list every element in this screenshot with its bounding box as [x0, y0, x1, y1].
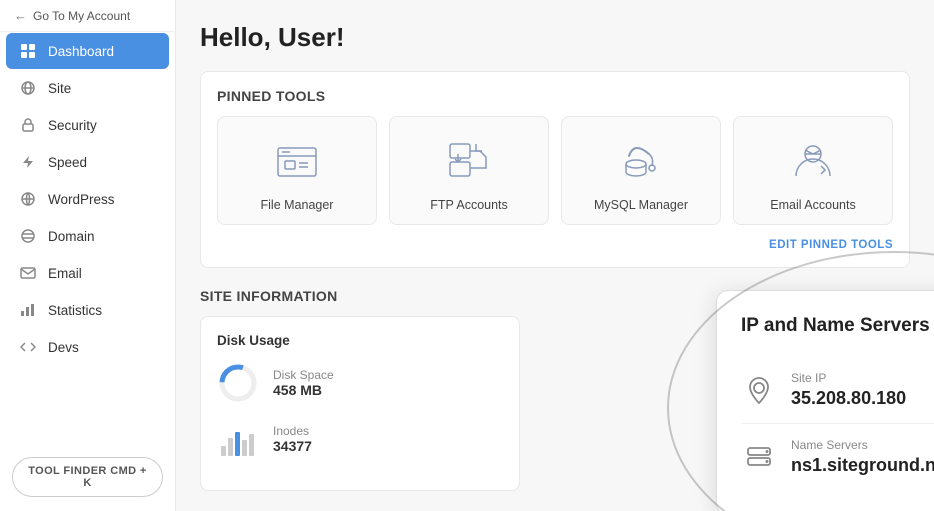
inodes-value: 34377 — [273, 438, 312, 454]
go-to-my-account[interactable]: ← Go To My Account — [0, 0, 175, 32]
tool-card-file-manager[interactable]: File Manager — [217, 116, 377, 225]
grid-icon — [20, 43, 38, 59]
tool-label-file-manager: File Manager — [261, 198, 334, 212]
sidebar-item-security[interactable]: Security — [6, 107, 169, 143]
inodes-label: Inodes — [273, 424, 312, 438]
sidebar-item-label: Site — [48, 81, 71, 96]
sidebar-item-label: WordPress — [48, 192, 115, 207]
sidebar: ← Go To My Account Dashboard Site Securi… — [0, 0, 176, 511]
sidebar-item-label: Email — [48, 266, 82, 281]
inodes-item: Inodes 34377 — [217, 418, 503, 460]
site-ip-row: Site IP 35.208.80.180 — [741, 357, 934, 424]
disk-space-label: Disk Space — [273, 368, 334, 382]
tool-label-email-accounts: Email Accounts — [770, 198, 855, 212]
mysql-manager-icon — [611, 133, 671, 188]
sidebar-item-dashboard[interactable]: Dashboard — [6, 33, 169, 69]
disk-space-value: 458 MB — [273, 382, 334, 398]
edit-pinned-tools-link[interactable]: EDIT PINNED TOOLS — [217, 239, 893, 251]
main-content: Hello, User! Pinned Tools File Manager F… — [176, 0, 934, 511]
tool-label-mysql-manager: MySQL Manager — [594, 198, 688, 212]
sidebar-item-email[interactable]: Email — [6, 255, 169, 291]
ip-name-servers-card: IP and Name Servers Site IP 35.208.80.18… — [716, 290, 934, 511]
email-accounts-icon — [783, 133, 843, 188]
name-servers-row: Name Servers ns1.siteground.net — [741, 424, 934, 490]
go-to-my-account-label: Go To My Account — [33, 9, 130, 23]
sidebar-item-site[interactable]: Site — [6, 70, 169, 106]
sidebar-item-speed[interactable]: Speed — [6, 144, 169, 180]
site-ip-icon — [741, 372, 777, 408]
tool-card-email-accounts[interactable]: Email Accounts — [733, 116, 893, 225]
sidebar-item-label: Dashboard — [48, 44, 114, 59]
sidebar-item-label: Statistics — [48, 303, 102, 318]
site-ip-info: Site IP 35.208.80.180 — [791, 371, 906, 409]
sidebar-item-label: Security — [48, 118, 97, 133]
disk-usage-title: Disk Usage — [217, 333, 503, 348]
page-title: Hello, User! — [200, 22, 910, 53]
site-ip-value: 35.208.80.180 — [791, 388, 906, 409]
sidebar-nav: Dashboard Site Security Speed WordPress … — [0, 32, 175, 366]
code-icon — [20, 339, 38, 355]
file-manager-icon — [267, 133, 327, 188]
name-servers-label: Name Servers — [791, 438, 934, 452]
pinned-tools-grid: File Manager FTP Accounts MySQL Manager … — [217, 116, 893, 225]
globe-icon — [20, 80, 38, 96]
name-servers-icon — [741, 439, 777, 475]
ftp-accounts-icon — [439, 133, 499, 188]
disk-space-item: Disk Space 458 MB — [217, 362, 503, 404]
tool-label-ftp-accounts: FTP Accounts — [430, 198, 508, 212]
lightning-icon — [20, 154, 38, 170]
disk-space-chart-icon — [217, 362, 259, 404]
ip-card-title: IP and Name Servers — [741, 315, 934, 337]
chart-icon — [20, 302, 38, 318]
tool-finder-button[interactable]: TOOL FINDER CMD + K — [12, 457, 163, 497]
sidebar-item-label: Speed — [48, 155, 87, 170]
inodes-chart-icon — [217, 418, 259, 460]
back-arrow-icon: ← — [14, 8, 27, 23]
wp-icon — [20, 191, 38, 207]
domain-icon — [20, 228, 38, 244]
name-servers-info: Name Servers ns1.siteground.net — [791, 438, 934, 476]
pinned-tools-section-title: Pinned Tools — [217, 88, 893, 104]
site-ip-label: Site IP — [791, 371, 906, 385]
tool-card-mysql-manager[interactable]: MySQL Manager — [561, 116, 721, 225]
tool-card-ftp-accounts[interactable]: FTP Accounts — [389, 116, 549, 225]
pinned-tools-card: Pinned Tools File Manager FTP Accounts M… — [200, 71, 910, 268]
sidebar-item-domain[interactable]: Domain — [6, 218, 169, 254]
sidebar-item-wordpress[interactable]: WordPress — [6, 181, 169, 217]
sidebar-item-statistics[interactable]: Statistics — [6, 292, 169, 328]
sidebar-item-devs[interactable]: Devs — [6, 329, 169, 365]
disk-space-info: Disk Space 458 MB — [273, 368, 334, 398]
sidebar-item-label: Domain — [48, 229, 95, 244]
lock-icon — [20, 117, 38, 133]
disk-usage-card: Disk Usage Disk Space 458 MB — [200, 316, 520, 491]
sidebar-item-label: Devs — [48, 340, 79, 355]
email-icon — [20, 265, 38, 281]
inodes-info: Inodes 34377 — [273, 424, 312, 454]
name-servers-value: ns1.siteground.net — [791, 455, 934, 476]
